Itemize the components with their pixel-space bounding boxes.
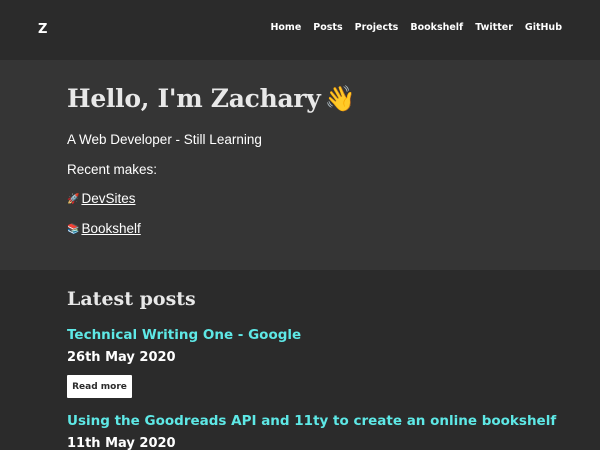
make-item-devsites: 🚀 DevSites — [67, 191, 135, 206]
post-title-link[interactable]: Technical Writing One - Google — [67, 327, 301, 343]
nav-twitter[interactable]: Twitter — [475, 22, 513, 33]
post-title-link[interactable]: Using the Goodreads API and 11ty to crea… — [67, 413, 556, 429]
latest-posts-heading: Latest posts — [67, 288, 196, 310]
recent-makes-label: Recent makes: — [67, 162, 158, 177]
nav-home[interactable]: Home — [270, 22, 301, 33]
post-date: 26th May 2020 — [67, 350, 176, 365]
rocket-icon: 🚀 — [67, 194, 80, 205]
hero-subtitle: A Web Developer - Still Learning — [67, 132, 262, 147]
waving-hand-icon: 👋 — [324, 84, 356, 113]
books-icon: 📚 — [67, 224, 80, 235]
site-logo[interactable]: Z — [38, 22, 47, 37]
post-date: 11th May 2020 — [67, 436, 176, 450]
bookshelf-link[interactable]: Bookshelf — [81, 221, 140, 236]
nav-posts[interactable]: Posts — [313, 22, 342, 33]
hero-title-text: Hello, I'm Zachary — [67, 84, 321, 113]
page: Z Home Posts Projects Bookshelf Twitter … — [0, 0, 600, 450]
main-nav: Home Posts Projects Bookshelf Twitter Gi… — [270, 22, 562, 33]
make-item-bookshelf: 📚 Bookshelf — [67, 221, 141, 236]
site-header: Z Home Posts Projects Bookshelf Twitter … — [0, 0, 600, 60]
hero-title: Hello, I'm Zachary 👋 — [67, 84, 356, 114]
hero-section: Hello, I'm Zachary 👋 A Web Developer - St… — [0, 60, 600, 270]
read-more-button[interactable]: Read more — [67, 375, 132, 398]
nav-projects[interactable]: Projects — [355, 22, 399, 33]
devsites-link[interactable]: DevSites — [81, 191, 135, 206]
nav-github[interactable]: GitHub — [525, 22, 562, 33]
nav-bookshelf[interactable]: Bookshelf — [410, 22, 463, 33]
